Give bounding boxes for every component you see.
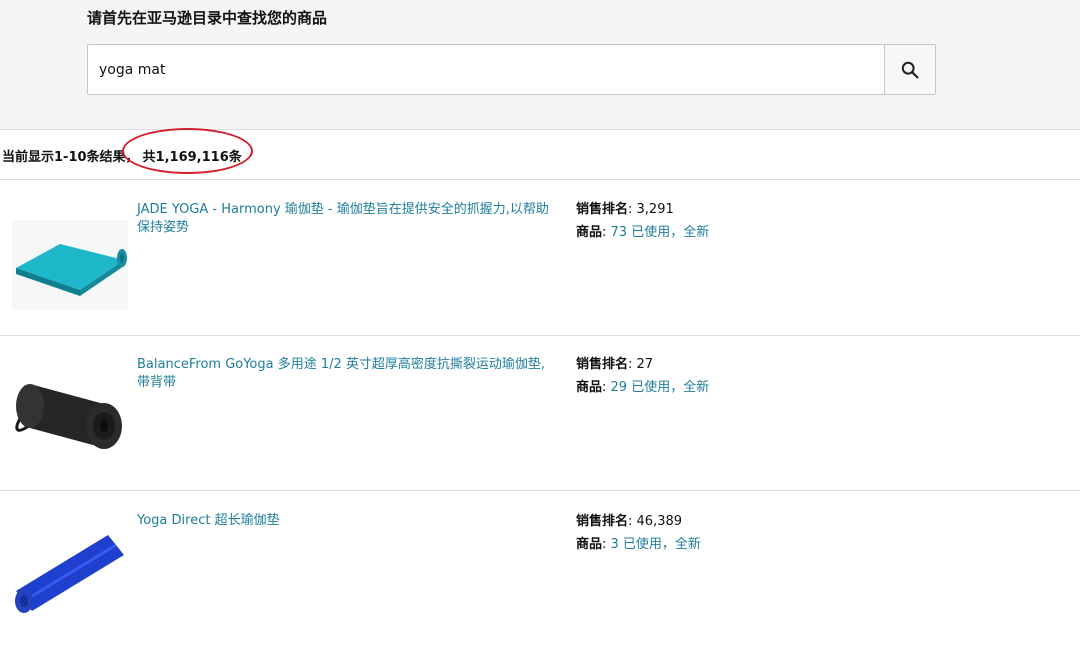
sales-rank: 销售排名: 27 [576, 357, 654, 372]
search-box [87, 44, 936, 95]
black-yoga-mat-image[interactable] [12, 368, 128, 458]
result-total: 共1,169,116条 [142, 150, 242, 165]
blue-yoga-mat-image[interactable] [12, 525, 128, 615]
teal-yoga-mat-image[interactable] [12, 220, 128, 310]
sales-rank: 销售排名: 46,389 [576, 514, 683, 529]
result-row: JADE YOGA - Harmony 瑜伽垫 - 瑜伽垫旨在提供安全的抓握力,… [0, 181, 1080, 336]
result-count-bar: 当前显示1-10条结果， 共1,169,116条 [0, 131, 1080, 180]
item-title-link[interactable]: JADE YOGA - Harmony 瑜伽垫 - 瑜伽垫旨在提供安全的抓握力,… [137, 201, 557, 237]
offers: 商品: 73 已使用，全新 [576, 225, 710, 240]
result-range: 当前显示1-10条结果， [2, 150, 139, 165]
result-row: BalanceFrom GoYoga 多用途 1/2 英寸超厚高密度抗撕裂运动瑜… [0, 336, 1080, 491]
result-row: Yoga Direct 超长瑜伽垫 销售排名: 46,389 商品: 3 已使用… [0, 491, 1080, 645]
offers: 商品: 3 已使用，全新 [576, 537, 701, 552]
item-title-link[interactable]: BalanceFrom GoYoga 多用途 1/2 英寸超厚高密度抗撕裂运动瑜… [137, 356, 557, 392]
offers-link[interactable]: 29 已使用，全新 [611, 380, 710, 395]
offers-link[interactable]: 3 已使用，全新 [611, 537, 701, 552]
item-meta: 销售排名: 46,389 商品: 3 已使用，全新 [576, 510, 701, 556]
item-meta: 销售排名: 27 商品: 29 已使用，全新 [576, 353, 709, 399]
item-title-link[interactable]: Yoga Direct 超长瑜伽垫 [137, 512, 557, 530]
result-count: 当前显示1-10条结果， 共1,169,116条 [2, 146, 242, 165]
search-prompt: 请首先在亚马逊目录中查找您的商品 [87, 9, 328, 27]
search-panel: 请首先在亚马逊目录中查找您的商品 [0, 0, 1080, 130]
search-button[interactable] [884, 45, 935, 94]
sales-rank: 销售排名: 3,291 [576, 202, 674, 217]
offers-link[interactable]: 73 已使用，全新 [611, 225, 710, 240]
search-input[interactable] [88, 45, 885, 94]
offers: 商品: 29 已使用，全新 [576, 380, 710, 395]
item-meta: 销售排名: 3,291 商品: 73 已使用，全新 [576, 198, 709, 244]
search-icon [901, 61, 919, 78]
